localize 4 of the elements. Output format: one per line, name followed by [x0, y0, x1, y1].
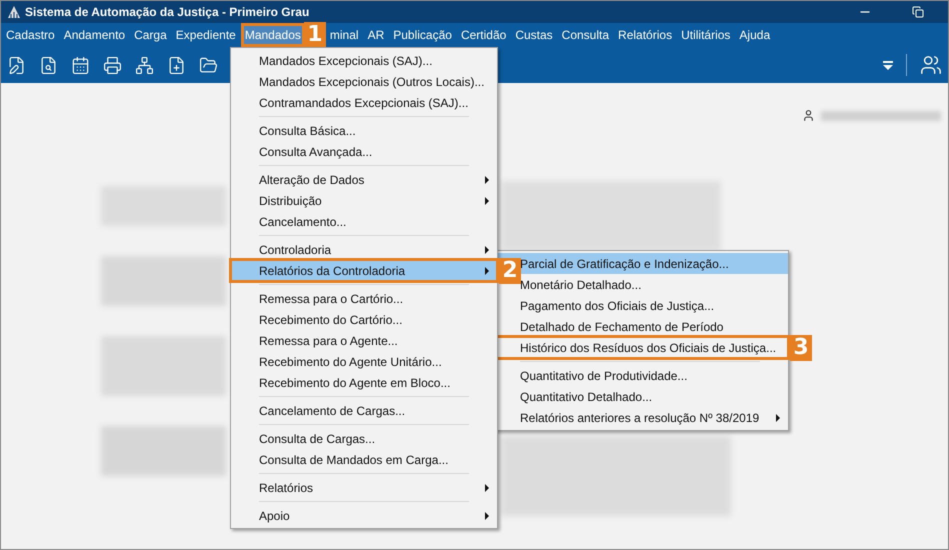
- step-number-badge: 3: [790, 334, 812, 360]
- step-number-badge: 1: [304, 22, 326, 48]
- step-number-badge: 2: [499, 258, 521, 284]
- window-title: Sistema de Automação da Justiça - Primeiro Grau: [25, 4, 310, 21]
